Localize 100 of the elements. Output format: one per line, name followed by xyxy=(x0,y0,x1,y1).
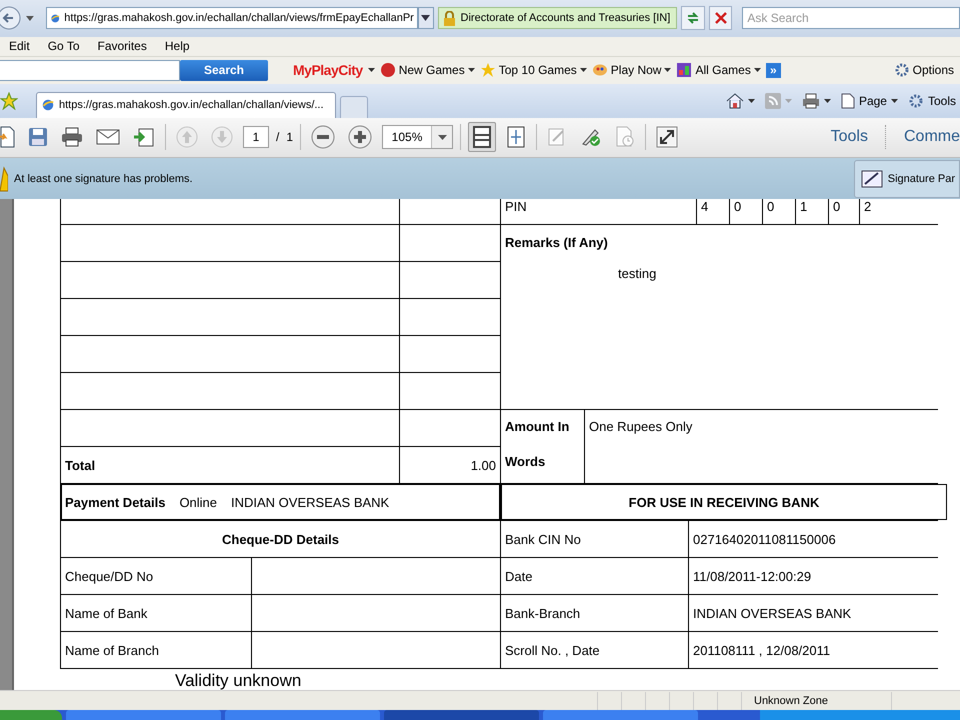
pin-digit: 1 xyxy=(800,199,808,214)
printer-icon xyxy=(61,127,83,148)
caret-icon xyxy=(580,68,587,72)
cheque-dd-heading: Cheque-DD Details xyxy=(222,532,340,547)
signature-validity-text: Validity unknown xyxy=(175,671,302,690)
toolbar-menu-item[interactable]: Play Now xyxy=(592,62,672,78)
search-field[interactable]: Ask Search xyxy=(742,7,960,30)
save-icon xyxy=(28,127,48,148)
menu-item[interactable]: Go To xyxy=(48,39,80,54)
print-button[interactable] xyxy=(802,92,831,109)
caret-icon xyxy=(468,68,475,72)
dropdown-arrow-icon[interactable] xyxy=(368,68,375,72)
caret-icon xyxy=(784,98,792,103)
remarks-value: testing xyxy=(618,266,656,282)
bank-field-label: Date xyxy=(505,568,532,584)
close-icon xyxy=(714,11,728,26)
gear-icon xyxy=(908,92,924,109)
comment-pane-button[interactable]: Comme xyxy=(894,128,960,146)
page-separator: / xyxy=(276,130,280,144)
total-amount: 1.00 xyxy=(470,458,496,473)
pin-digit: 0 xyxy=(734,199,742,214)
cheque-field-label: Name of Bank xyxy=(65,606,148,621)
caret-icon xyxy=(438,134,447,140)
gear-icon xyxy=(894,62,910,78)
tools-menu-button[interactable]: Tools xyxy=(908,92,956,109)
document-arrow-icon xyxy=(0,126,15,148)
dropdown-arrow-icon[interactable] xyxy=(26,16,34,21)
bank-field-value: 11/08/2011-12:00:29 xyxy=(693,568,812,584)
plus-icon xyxy=(348,125,372,150)
total-label: Total xyxy=(65,458,96,473)
payment-details-label: Payment Details xyxy=(65,494,166,510)
minus-icon xyxy=(311,125,336,150)
receiving-bank-heading: FOR USE IN RECEIVING BANK xyxy=(628,494,820,510)
payment-mode: Online xyxy=(179,494,218,510)
signature-panel-button[interactable]: Signature Par xyxy=(854,160,960,198)
caret-icon xyxy=(664,68,672,72)
options-button[interactable]: Options xyxy=(894,62,954,78)
toolbar-logo[interactable]: MyPlayCity xyxy=(293,62,363,78)
printer-icon xyxy=(802,92,820,109)
bank-field-label: Bank-Branch xyxy=(505,606,580,621)
pin-digit: 0 xyxy=(833,199,840,214)
cheque-field-label: Cheque/DD No xyxy=(65,568,154,584)
tools-pane-button[interactable]: Tools xyxy=(820,128,878,146)
page-number-field[interactable]: 1 xyxy=(243,126,269,148)
security-report-button[interactable]: Directorate of Accounts and Treasuries [IN] xyxy=(438,7,678,30)
cheque-field-label: Name of Branch xyxy=(65,642,159,658)
payment-bank: INDIAN OVERSEAS BANK xyxy=(231,494,390,510)
browser-tab[interactable]: https://gras.mahakosh.gov.in/echallan/challan/views/... xyxy=(36,92,336,118)
bank-field-value: 201108111 , 12/08/2011 xyxy=(693,642,830,658)
amount-in-words-value: One Rupees Only xyxy=(589,419,692,434)
stop-button[interactable] xyxy=(708,6,732,30)
back-button[interactable] xyxy=(0,5,22,32)
address-dropdown-button[interactable] xyxy=(418,7,434,30)
refresh-button[interactable] xyxy=(681,6,705,30)
page-count: 1 xyxy=(286,130,294,144)
address-field[interactable]: https://gras.mahakosh.gov.in/echallan/challan/views/frmEpayEchallanPr xyxy=(46,7,418,30)
home-button[interactable] xyxy=(726,92,755,109)
zoom-dropdown[interactable]: 105% xyxy=(382,125,454,150)
fit-width-button[interactable] xyxy=(468,122,496,152)
amount-in-words-label: Amount In xyxy=(505,419,570,434)
signature-warning-message: At least one signature has problems. xyxy=(14,172,193,184)
caret-icon xyxy=(754,68,761,72)
caret-icon xyxy=(748,98,755,103)
remarks-label: Remarks (If Any) xyxy=(505,235,608,250)
toolbar-menu-item[interactable]: Top 10 Games xyxy=(480,62,587,78)
toolbar-menu-item[interactable]: New Games xyxy=(380,62,475,78)
padlock-icon xyxy=(442,10,456,26)
ball-icon xyxy=(380,62,396,78)
pin-digit: 0 xyxy=(767,199,774,214)
pin-digit: 4 xyxy=(701,199,708,214)
start-button[interactable] xyxy=(0,710,62,720)
palette-icon xyxy=(592,62,608,78)
pin-label: PIN xyxy=(505,199,527,214)
caret-icon xyxy=(421,15,430,22)
page-width-icon xyxy=(472,126,492,148)
menu-item[interactable]: Edit xyxy=(9,39,30,54)
menu-item[interactable]: Help xyxy=(164,39,190,54)
menu-item[interactable]: Favorites xyxy=(98,39,147,54)
more-button[interactable]: » xyxy=(766,62,781,78)
pin-digit: 2 xyxy=(864,199,872,214)
document-clock-icon xyxy=(615,126,636,148)
pen-icon xyxy=(860,168,883,188)
envelope-icon xyxy=(96,129,120,146)
bank-field-label: Bank CIN No xyxy=(505,532,581,547)
search-button[interactable]: Search xyxy=(180,60,268,81)
page-icon xyxy=(840,92,855,109)
bank-field-label: Scroll No. , Date xyxy=(505,642,600,658)
amount-in-words-label: Words xyxy=(505,454,546,470)
star-icon xyxy=(480,62,496,78)
page-icon xyxy=(41,98,55,112)
caret-icon xyxy=(824,98,831,103)
bank-field-value: 02716402011081150006 xyxy=(693,532,836,547)
favorites-star-icon[interactable] xyxy=(0,92,18,110)
page-menu-button[interactable]: Page xyxy=(840,92,898,109)
toolbar-search-field[interactable] xyxy=(0,60,180,81)
bank-field-value: INDIAN OVERSEAS BANK xyxy=(693,606,852,621)
home-icon xyxy=(726,92,744,109)
caret-icon xyxy=(890,98,898,103)
toolbar-menu-item[interactable]: All Games xyxy=(676,62,761,78)
warning-icon xyxy=(0,166,8,192)
